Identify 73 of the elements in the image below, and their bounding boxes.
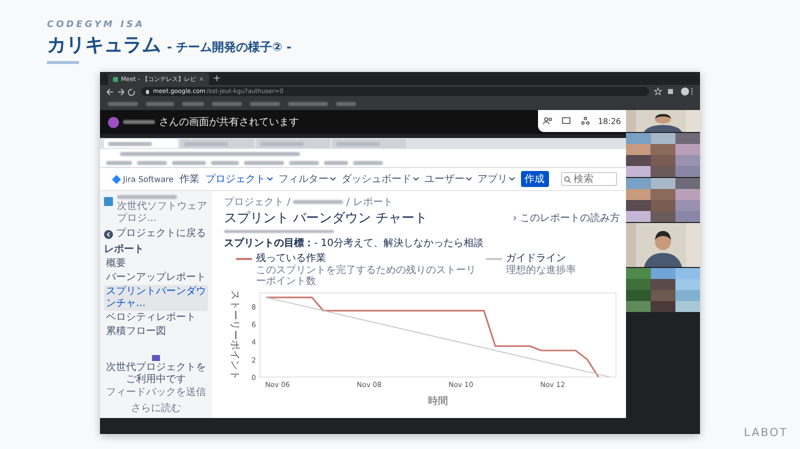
- nav-menu[interactable]: プロジェクト: [206, 172, 273, 186]
- browser-tab[interactable]: [180, 139, 254, 148]
- legend-description: 理想的な進捗率: [506, 264, 576, 276]
- sidebar-item[interactable]: スプリントバーンダウンチャ...: [104, 285, 208, 311]
- blurred-project-name: [117, 195, 177, 199]
- legend-label: 残っている作業: [256, 253, 327, 264]
- nav-menu[interactable]: アプリ: [478, 172, 515, 186]
- breadcrumb-separator: /: [287, 196, 290, 208]
- read-more-link[interactable]: さらに読む: [131, 403, 181, 415]
- address-bar[interactable]: [100, 149, 626, 158]
- nav-menu[interactable]: ダッシュボード: [342, 172, 419, 186]
- project-icon: [104, 197, 113, 206]
- nav-menu[interactable]: ユーザー: [424, 172, 472, 186]
- folder-icon: [152, 355, 160, 361]
- browser-tab[interactable]: [332, 139, 406, 148]
- sidebar-item[interactable]: ベロシティレポート: [104, 311, 208, 325]
- blurred-bookmark[interactable]: [106, 160, 132, 164]
- breadcrumb-separator: /: [346, 196, 350, 208]
- slide-subtitle: - チーム開発の様子② -: [167, 39, 292, 56]
- blurred-bookmark[interactable]: [324, 160, 348, 164]
- blurred-bookmark[interactable]: [336, 102, 356, 106]
- help-link[interactable]: › このレポートの読み方: [512, 211, 620, 225]
- blurred-name: [123, 120, 155, 124]
- brand-label: CODEGYM ISA: [47, 20, 145, 30]
- sidebar-item[interactable]: バーンアップレポート: [104, 271, 208, 285]
- sidebar-item[interactable]: 概要: [104, 257, 208, 271]
- navigation-icons[interactable]: [106, 88, 136, 96]
- blurred-breadcrumb[interactable]: [293, 200, 344, 204]
- blurred-bookmark[interactable]: [289, 160, 319, 164]
- presenting-message: さんの画面が共有されています: [159, 116, 299, 129]
- toolbar-icons[interactable]: [654, 87, 694, 96]
- footer-text: 次世代プロジェクトをご利用中です: [105, 362, 207, 386]
- breadcrumb-link[interactable]: プロジェクト: [224, 195, 284, 209]
- feedback-link[interactable]: フィードバックを送信: [106, 387, 206, 399]
- blurred-bookmark[interactable]: [212, 102, 242, 106]
- back-arrow-icon: [104, 230, 113, 238]
- new-tab-button[interactable]: +: [212, 73, 220, 85]
- title-underline: [47, 61, 79, 64]
- create-button[interactable]: 作成: [520, 171, 549, 187]
- section-heading: レポート: [104, 244, 145, 256]
- blurred-bookmark[interactable]: [108, 102, 138, 106]
- slide-title: カリキュラム: [47, 33, 161, 58]
- avatar-icon: [108, 116, 119, 128]
- search-field[interactable]: 検索: [560, 172, 617, 186]
- blurred-bookmark[interactable]: [211, 160, 239, 164]
- clock-time: 18:26: [598, 116, 621, 126]
- page-title: スプリント バーンダウン チャート: [224, 210, 428, 227]
- blurred-bookmark[interactable]: [288, 102, 328, 106]
- nav-menu[interactable]: 作業: [180, 172, 200, 186]
- browser-tab[interactable]: [104, 139, 178, 148]
- blurred-bookmark[interactable]: [172, 160, 206, 164]
- browser-tab[interactable]: [256, 139, 330, 148]
- product-logo[interactable]: Jira Software: [112, 174, 174, 184]
- sprint-goal: スプリントの目標：- 10分考えて、解決しなかったら相談: [224, 236, 484, 250]
- blurred-bookmark[interactable]: [244, 160, 284, 164]
- back-to-project-link[interactable]: プロジェクトに戻る: [104, 228, 208, 240]
- blurred-bookmark[interactable]: [146, 102, 174, 106]
- blurred-bookmark[interactable]: [137, 160, 167, 164]
- nav-menu[interactable]: フィルター: [278, 172, 336, 186]
- legend-label: ガイドライン: [506, 253, 567, 264]
- logo-text: LABOT: [744, 426, 788, 439]
- sidebar-item[interactable]: 累積フロー図: [104, 325, 208, 339]
- video-icon: [113, 76, 118, 82]
- meeting-control-icons[interactable]: [543, 116, 592, 126]
- blurred-bookmark[interactable]: [353, 160, 383, 164]
- breadcrumb-link[interactable]: レポート: [352, 195, 393, 209]
- lock-icon: [146, 90, 149, 94]
- blurred-bookmark[interactable]: [182, 102, 204, 106]
- y-axis-title: ストーリーポイント: [229, 290, 240, 380]
- project-type: 次世代ソフトウェアプロジ...: [117, 201, 208, 225]
- blurred-bookmark[interactable]: [250, 102, 280, 106]
- x-axis-title: 時間: [428, 396, 448, 406]
- legend-description: このスプリントを完了するための残りのストーリーポイント数: [256, 264, 476, 288]
